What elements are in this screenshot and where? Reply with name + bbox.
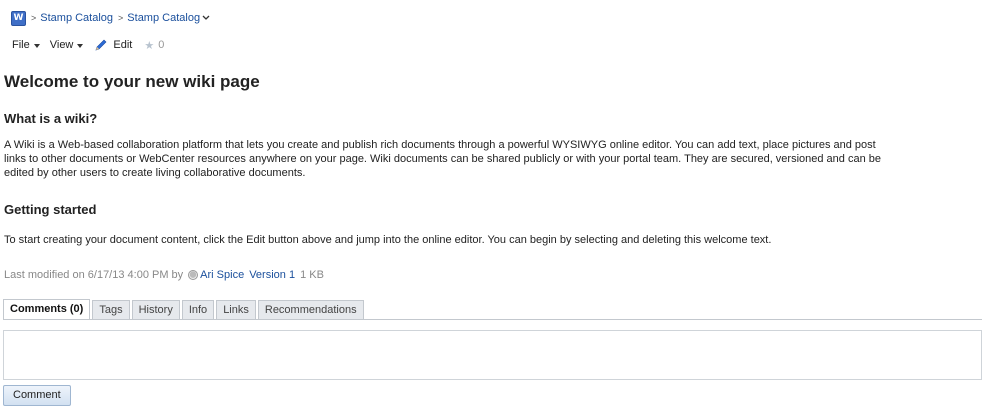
getting-started-text: To start creating your document content,… bbox=[4, 234, 772, 246]
tab-comments[interactable]: Comments (0) bbox=[3, 299, 91, 319]
details-tabs: Comments (0) Tags History Info Links Rec… bbox=[3, 299, 366, 319]
section-heading-what-is-wiki: What is a wiki? bbox=[4, 111, 98, 126]
wiki-page: W > Stamp Catalog > Stamp Catalog File V… bbox=[0, 0, 987, 408]
user-status-icon bbox=[188, 270, 199, 280]
breadcrumb-separator-icon: > bbox=[118, 13, 124, 23]
comment-button[interactable]: Comment bbox=[3, 385, 71, 406]
rating-count: 0 bbox=[158, 39, 165, 51]
view-menu-label: View bbox=[49, 39, 74, 51]
section-heading-getting-started: Getting started bbox=[4, 202, 97, 217]
wiki-toolbar: File View Edit ★ 0 bbox=[12, 37, 164, 53]
pencil-icon bbox=[95, 39, 107, 51]
comment-input[interactable] bbox=[3, 330, 982, 380]
breadcrumb: W > Stamp Catalog > Stamp Catalog bbox=[11, 10, 210, 26]
wiki-description-line: edited by other users to create living c… bbox=[4, 167, 306, 179]
edit-button[interactable]: Edit bbox=[93, 38, 132, 52]
breadcrumb-current-label: Stamp Catalog bbox=[127, 12, 201, 24]
last-modified-label: Last modified on 6/17/13 4:00 PM by bbox=[4, 269, 184, 281]
tab-divider bbox=[3, 319, 982, 320]
breadcrumb-separator-icon: > bbox=[31, 13, 37, 23]
chevron-down-icon bbox=[202, 15, 210, 20]
wiki-description-line: links to other documents or WebCenter re… bbox=[4, 153, 881, 165]
star-icon: ★ bbox=[144, 38, 155, 52]
tab-info[interactable]: Info bbox=[181, 300, 215, 319]
edit-button-label: Edit bbox=[113, 39, 133, 51]
tab-history[interactable]: History bbox=[131, 300, 180, 319]
wiki-app-logo[interactable]: W bbox=[11, 10, 26, 26]
file-menu-label: File bbox=[12, 39, 30, 51]
view-menu[interactable]: View bbox=[50, 39, 84, 51]
file-menu[interactable]: File bbox=[12, 39, 40, 51]
breadcrumb-item-stamp-catalog[interactable]: Stamp Catalog bbox=[40, 12, 113, 24]
caret-down-icon bbox=[33, 43, 40, 48]
caret-down-icon bbox=[77, 43, 84, 48]
breadcrumb-current-page[interactable]: Stamp Catalog bbox=[127, 12, 210, 24]
wiki-description-line: A Wiki is a Web-based collaboration plat… bbox=[4, 139, 876, 151]
author-link[interactable]: Ari Spice bbox=[200, 269, 244, 281]
tab-recommendations[interactable]: Recommendations bbox=[257, 300, 364, 319]
tab-links[interactable]: Links bbox=[216, 300, 256, 319]
page-metadata: Last modified on 6/17/13 4:00 PM by Ari … bbox=[4, 268, 324, 282]
tab-tags[interactable]: Tags bbox=[92, 300, 130, 319]
version-link[interactable]: Version 1 bbox=[249, 269, 295, 281]
page-title: Welcome to your new wiki page bbox=[4, 72, 260, 91]
file-size: 1 KB bbox=[300, 269, 324, 281]
rating-button[interactable]: ★ 0 bbox=[144, 39, 164, 52]
